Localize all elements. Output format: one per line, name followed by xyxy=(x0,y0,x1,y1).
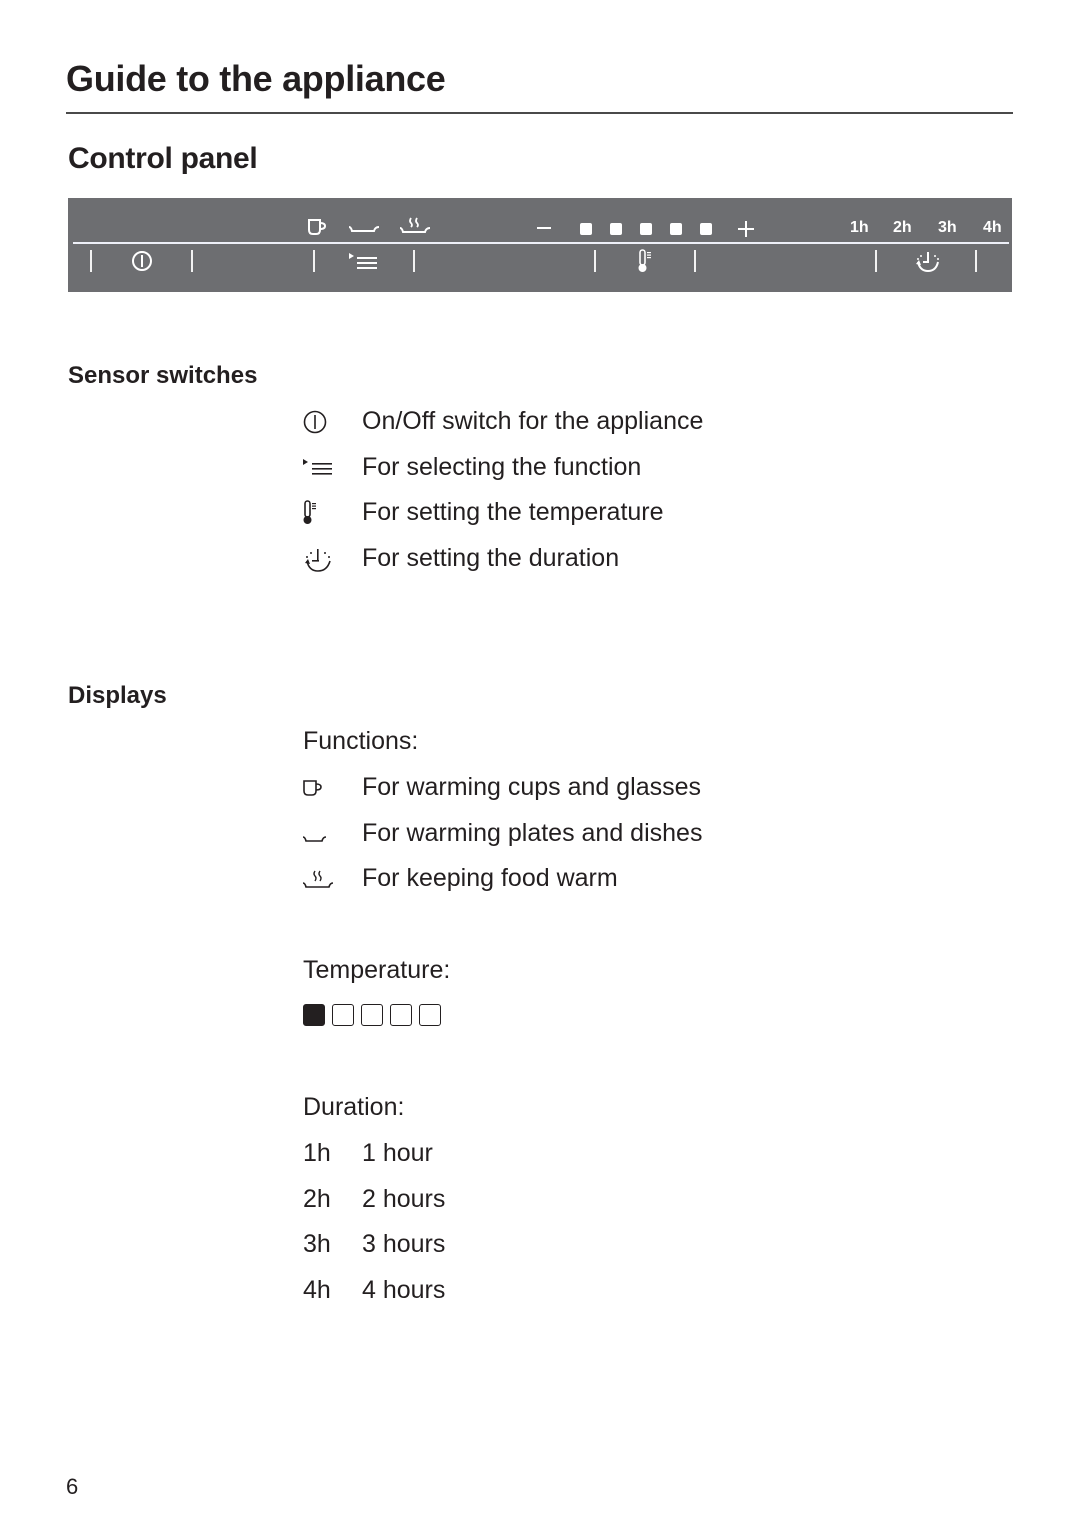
sensor-description: For setting the duration xyxy=(362,544,620,572)
power-icon[interactable] xyxy=(131,250,153,272)
panel-divider-line xyxy=(73,242,1009,244)
page-title: Guide to the appliance xyxy=(66,58,446,99)
temperature-box-empty xyxy=(332,1004,354,1026)
timer-icon xyxy=(305,549,331,572)
temperature-dot xyxy=(670,223,682,235)
cup-icon xyxy=(303,780,322,796)
functions-label: Functions: xyxy=(303,727,419,755)
minus-icon xyxy=(537,227,551,229)
function-description: For warming plates and dishes xyxy=(362,819,703,847)
sensor-boundary xyxy=(975,250,977,272)
title-divider xyxy=(66,112,1013,114)
steam-food-icon xyxy=(303,870,334,888)
function-description: For keeping food warm xyxy=(362,864,618,892)
duration-text: 4 hours xyxy=(362,1276,446,1304)
temperature-dot xyxy=(640,223,652,235)
temperature-box-empty xyxy=(419,1004,441,1026)
steam-food-icon xyxy=(399,217,431,233)
temperature-level-indicator xyxy=(303,1004,448,1026)
duration-code: 4h xyxy=(303,1276,331,1304)
sensor-boundary xyxy=(191,250,193,272)
sensor-description: For setting the temperature xyxy=(362,498,664,526)
sensor-boundary xyxy=(694,250,696,272)
plus-icon xyxy=(738,221,754,237)
plate-icon xyxy=(303,836,327,842)
displays-heading: Displays xyxy=(68,682,167,709)
duration-label-2h: 2h xyxy=(893,219,912,236)
temperature-label: Temperature: xyxy=(303,956,451,984)
function-select-icon[interactable] xyxy=(349,252,379,272)
cup-icon xyxy=(308,219,327,235)
duration-text: 1 hour xyxy=(362,1139,433,1167)
temperature-box-filled xyxy=(303,1004,325,1026)
sensor-boundary xyxy=(313,250,315,272)
timer-icon[interactable] xyxy=(914,249,942,273)
temperature-box-empty xyxy=(390,1004,412,1026)
duration-code: 3h xyxy=(303,1230,331,1258)
temperature-box-empty xyxy=(361,1004,383,1026)
duration-code: 2h xyxy=(303,1185,331,1213)
duration-label-3h: 3h xyxy=(938,219,957,236)
sensor-description: For selecting the function xyxy=(362,453,642,481)
sensor-description: On/Off switch for the appliance xyxy=(362,407,704,435)
thermometer-icon xyxy=(303,500,316,524)
temperature-dot xyxy=(610,223,622,235)
duration-code: 1h xyxy=(303,1139,331,1167)
duration-label-1h: 1h xyxy=(850,219,869,236)
sensor-switches-heading: Sensor switches xyxy=(68,362,258,389)
plate-icon xyxy=(348,226,380,232)
sensor-boundary xyxy=(875,250,877,272)
duration-text: 2 hours xyxy=(362,1185,446,1213)
function-description: For warming cups and glasses xyxy=(362,773,702,801)
temperature-dot xyxy=(580,223,592,235)
duration-label: Duration: xyxy=(303,1093,405,1121)
duration-label-4h: 4h xyxy=(983,219,1002,236)
sensor-boundary xyxy=(413,250,415,272)
section-title: Control panel xyxy=(68,142,258,175)
page-number: 6 xyxy=(66,1474,79,1499)
function-select-icon xyxy=(303,459,332,475)
thermometer-icon[interactable] xyxy=(638,249,654,274)
sensor-boundary xyxy=(594,250,596,272)
control-panel-illustration: 1h 2h 3h 4h xyxy=(68,198,1012,292)
sensor-boundary xyxy=(90,250,92,272)
power-icon xyxy=(303,410,327,434)
duration-text: 3 hours xyxy=(362,1230,446,1258)
temperature-dot xyxy=(700,223,712,235)
